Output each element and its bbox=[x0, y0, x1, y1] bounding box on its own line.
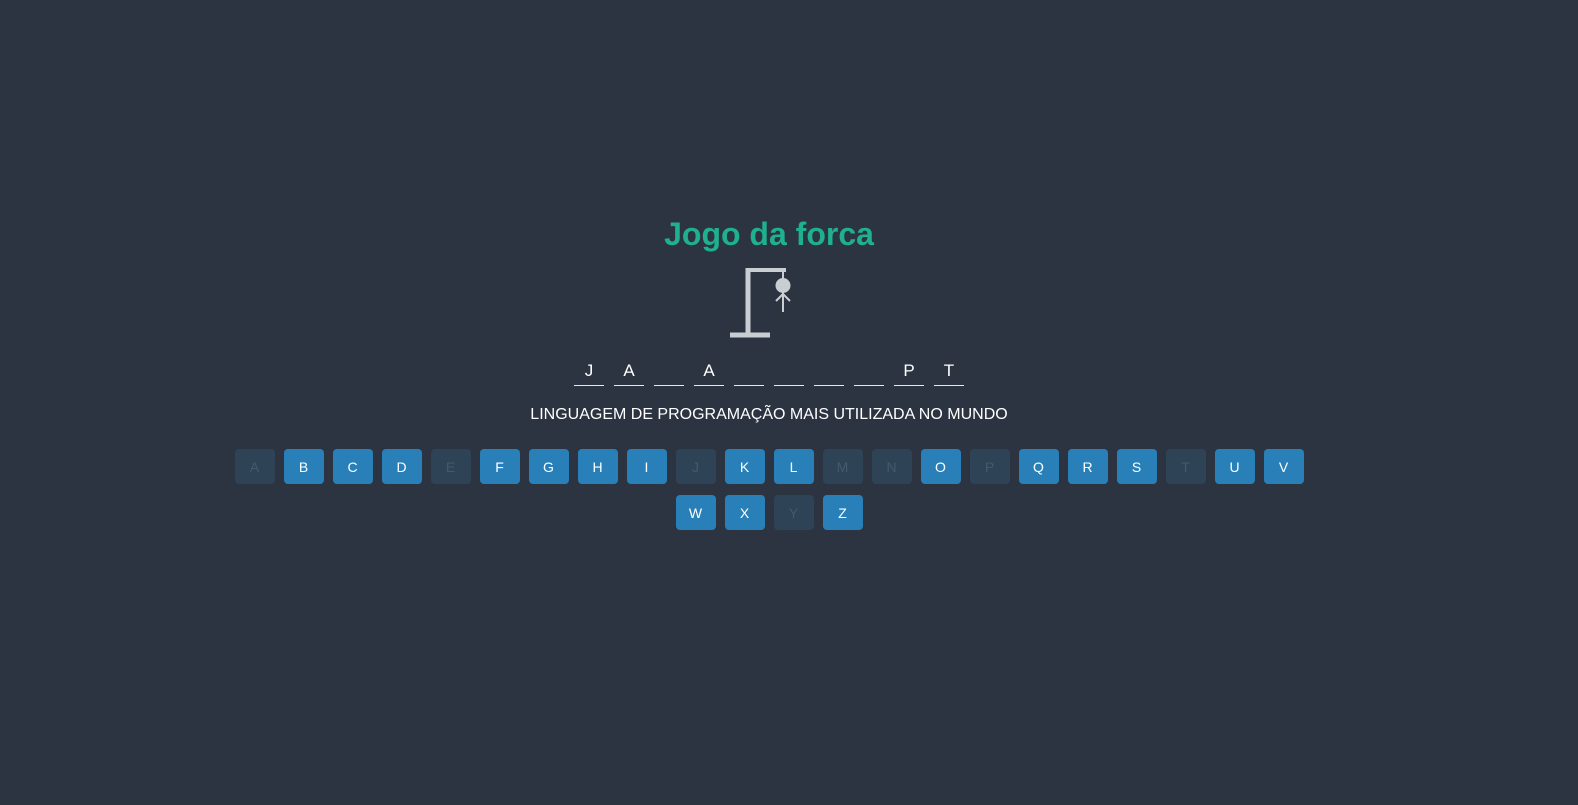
key-l[interactable]: L bbox=[773, 449, 814, 484]
key-k[interactable]: K bbox=[724, 449, 765, 484]
key-h[interactable]: H bbox=[577, 449, 618, 484]
page-title: Jogo da forca bbox=[664, 216, 874, 252]
letter-slot: A bbox=[694, 361, 724, 386]
key-g[interactable]: G bbox=[528, 449, 569, 484]
key-a[interactable]: A bbox=[234, 449, 275, 484]
hint-text: LINGUAGEM DE PROGRAMAÇÃO MAIS UTILIZADA … bbox=[530, 406, 1008, 423]
key-p[interactable]: P bbox=[969, 449, 1010, 484]
key-n[interactable]: N bbox=[871, 449, 912, 484]
key-z[interactable]: Z bbox=[822, 495, 863, 530]
hanged-man-figure bbox=[775, 278, 791, 312]
gallows-frame bbox=[730, 268, 786, 338]
key-i[interactable]: I bbox=[626, 449, 667, 484]
key-m[interactable]: M bbox=[822, 449, 863, 484]
key-u[interactable]: U bbox=[1214, 449, 1255, 484]
figure-left-arm bbox=[775, 293, 784, 302]
key-q[interactable]: Q bbox=[1018, 449, 1059, 484]
key-r[interactable]: R bbox=[1067, 449, 1108, 484]
hangman-drawing bbox=[730, 268, 791, 338]
key-w[interactable]: W bbox=[675, 495, 716, 530]
key-f[interactable]: F bbox=[479, 449, 520, 484]
letter-keyboard: A B C D E F G H I J K L M N O P Q R S T … bbox=[225, 449, 1313, 530]
letter-slot: P bbox=[894, 361, 924, 386]
figure-head bbox=[775, 278, 791, 293]
key-v[interactable]: V bbox=[1263, 449, 1304, 484]
letter-slot bbox=[814, 361, 844, 386]
key-x[interactable]: X bbox=[724, 495, 765, 530]
letter-slot: A bbox=[614, 361, 644, 386]
letter-slot bbox=[734, 361, 764, 386]
key-j[interactable]: J bbox=[675, 449, 716, 484]
key-e[interactable]: E bbox=[430, 449, 471, 484]
word-display: J A A P T bbox=[0, 361, 1538, 386]
letter-slot bbox=[774, 361, 804, 386]
key-c[interactable]: C bbox=[332, 449, 373, 484]
key-d[interactable]: D bbox=[381, 449, 422, 484]
letter-slot bbox=[654, 361, 684, 386]
letter-slot: T bbox=[934, 361, 964, 386]
key-b[interactable]: B bbox=[283, 449, 324, 484]
figure-right-arm bbox=[782, 293, 791, 302]
letter-slot: J bbox=[574, 361, 604, 386]
letter-slot bbox=[854, 361, 884, 386]
key-o[interactable]: O bbox=[920, 449, 961, 484]
key-s[interactable]: S bbox=[1116, 449, 1157, 484]
key-t[interactable]: T bbox=[1165, 449, 1206, 484]
hangman-app: Jogo da forca J A A P T LINGUAGEM DE PRO… bbox=[0, 0, 1578, 805]
key-y[interactable]: Y bbox=[773, 495, 814, 530]
